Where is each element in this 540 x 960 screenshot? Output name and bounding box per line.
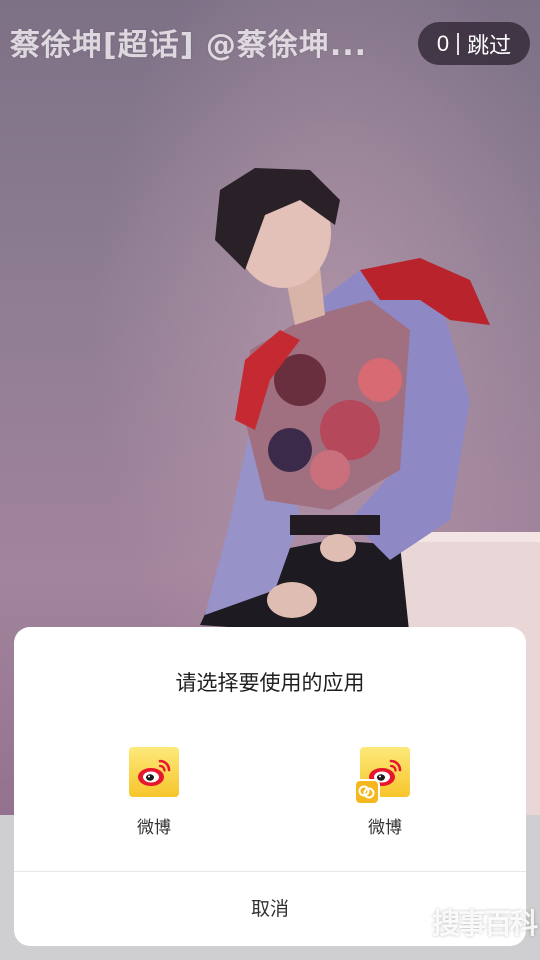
splash-title: 蔡徐坤[超话] @蔡徐坤... — [10, 28, 368, 63]
app-label-weibo: 微博 — [137, 818, 171, 838]
app-chooser-dialog: 请选择要使用的应用 微博 微博 取消 — [14, 627, 526, 946]
skip-label: 跳过 — [467, 32, 512, 58]
app-option-weibo[interactable]: 微博 — [84, 747, 224, 847]
screen: 蔡徐坤[超话] @蔡徐坤... 0 跳过 请选择要使用的应用 微博 微博 取消 … — [0, 0, 540, 960]
weibo-clone-icon — [354, 747, 410, 805]
dialog-title: 请选择要使用的应用 — [175, 671, 365, 695]
weibo-icon — [129, 747, 179, 797]
clone-badge-icon — [354, 779, 380, 805]
skip-countdown: 0 — [436, 30, 450, 56]
skip-button[interactable]: 0 跳过 — [418, 22, 530, 65]
skip-divider — [457, 32, 460, 55]
app-label-weibo-clone: 微博 — [368, 818, 402, 838]
app-option-weibo-clone[interactable]: 微博 — [315, 747, 455, 847]
watermark-logo: 搜事百科 — [432, 907, 538, 940]
